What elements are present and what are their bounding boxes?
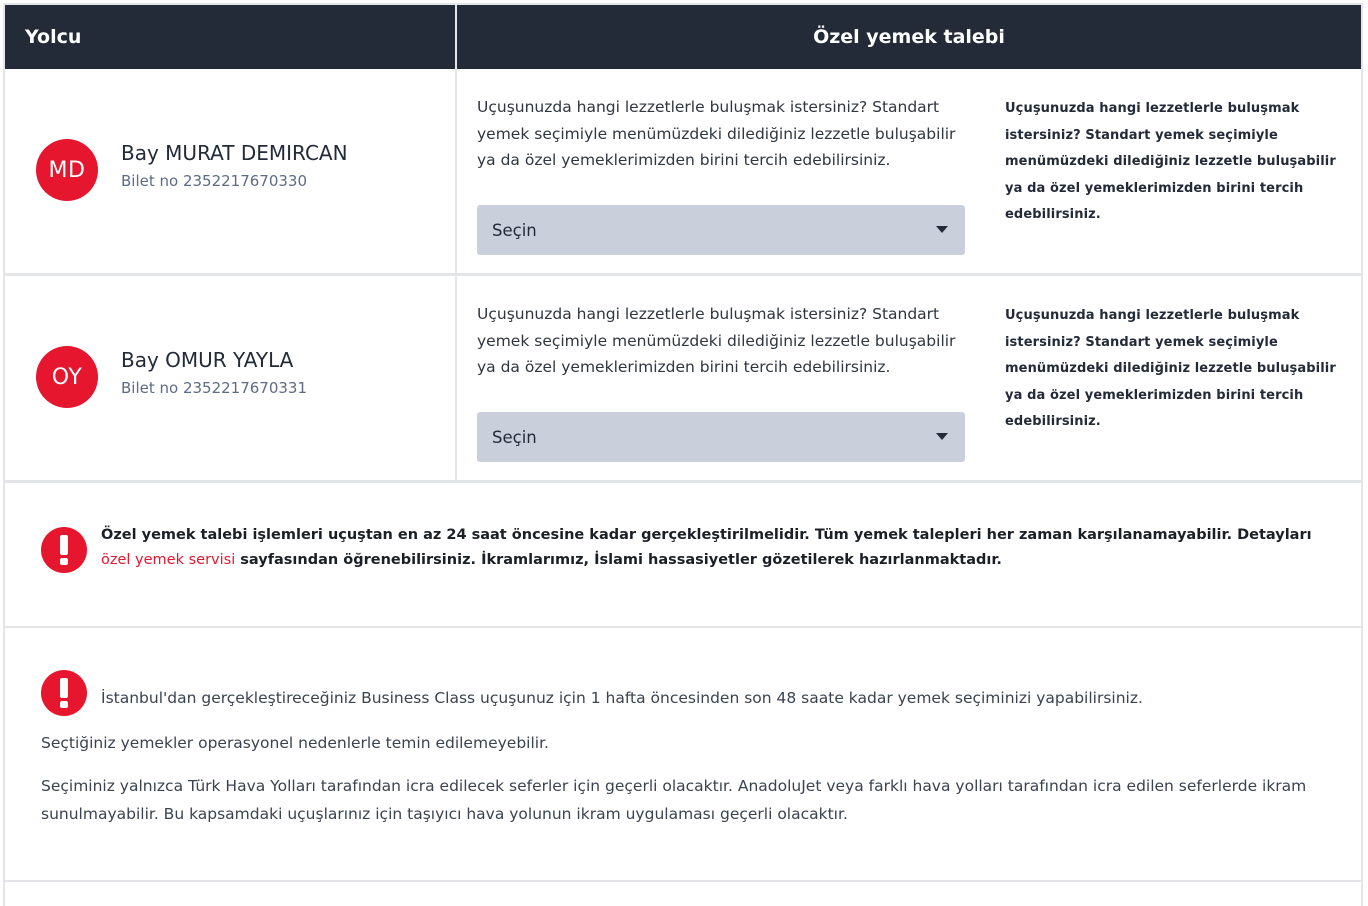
select-value: Seçin (492, 220, 537, 240)
caret-down-icon (936, 433, 948, 440)
notice-text-after: sayfasından öğrenebilirsiniz. İkramlarım… (235, 551, 1002, 568)
ticket-number: Bilet no 2352217670331 (121, 379, 308, 397)
ticket-number: Bilet no 2352217670330 (121, 172, 308, 190)
meal-question: Uçuşunuzda hangi lezzetlerle buluşmak is… (477, 98, 956, 169)
meal-request-table: Yolcu Özel yemek talebi MD Bay MURAT DEM… (3, 3, 1363, 906)
notice-text-before: Özel yemek talebi işlemleri uçuştan en a… (101, 527, 1312, 543)
passenger-name: Bay MURAT DEMIRCAN (121, 141, 348, 165)
passenger-cell: MD Bay MURAT DEMIRCAN Bilet no 235221767… (5, 69, 457, 273)
meal-select-dropdown[interactable]: Seçin (477, 205, 965, 255)
header-special-meal: Özel yemek talebi (813, 26, 1005, 48)
avatar: MD (36, 139, 98, 201)
passenger-name: Bay OMUR YAYLA (121, 348, 294, 372)
meal-select-dropdown[interactable]: Seçin (477, 412, 965, 462)
notice-text: Özel yemek talebi işlemleri uçuştan en a… (101, 523, 1341, 572)
table-header: Yolcu Özel yemek talebi (5, 5, 1361, 69)
special-meal-service-link[interactable]: özel yemek servisi (101, 552, 235, 568)
passenger-cell: OY Bay OMUR YAYLA Bilet no 2352217670331 (5, 276, 457, 480)
notice-line: İstanbul'dan gerçekleştireceğiniz Busine… (101, 689, 1143, 707)
exclamation-circle-icon (41, 670, 87, 716)
special-meal-notice: Özel yemek talebi işlemleri uçuştan en a… (5, 483, 1361, 628)
meal-cell: Uçuşunuzda hangi lezzetlerle buluşmak is… (457, 276, 1361, 480)
passenger-row: OY Bay OMUR YAYLA Bilet no 2352217670331… (5, 276, 1361, 483)
caret-down-icon (936, 226, 948, 233)
exclamation-circle-icon (41, 527, 87, 573)
meal-note: Uçuşunuzda hangi lezzetlerle buluşmak is… (1005, 101, 1336, 222)
business-class-notice: İstanbul'dan gerçekleştireceğiniz Busine… (5, 628, 1361, 882)
passenger-row: MD Bay MURAT DEMIRCAN Bilet no 235221767… (5, 69, 1361, 276)
avatar: OY (36, 346, 98, 408)
meal-note: Uçuşunuzda hangi lezzetlerle buluşmak is… (1005, 308, 1336, 429)
meal-question: Uçuşunuzda hangi lezzetlerle buluşmak is… (477, 305, 956, 376)
notice-paragraph: Seçiminiz yalnızca Türk Hava Yolları tar… (41, 777, 1307, 823)
meal-cell: Uçuşunuzda hangi lezzetlerle buluşmak is… (457, 69, 1361, 273)
notice-paragraph: Seçtiğiniz yemekler operasyonel nedenler… (41, 734, 549, 752)
header-passenger: Yolcu (5, 5, 457, 69)
select-value: Seçin (492, 427, 537, 447)
